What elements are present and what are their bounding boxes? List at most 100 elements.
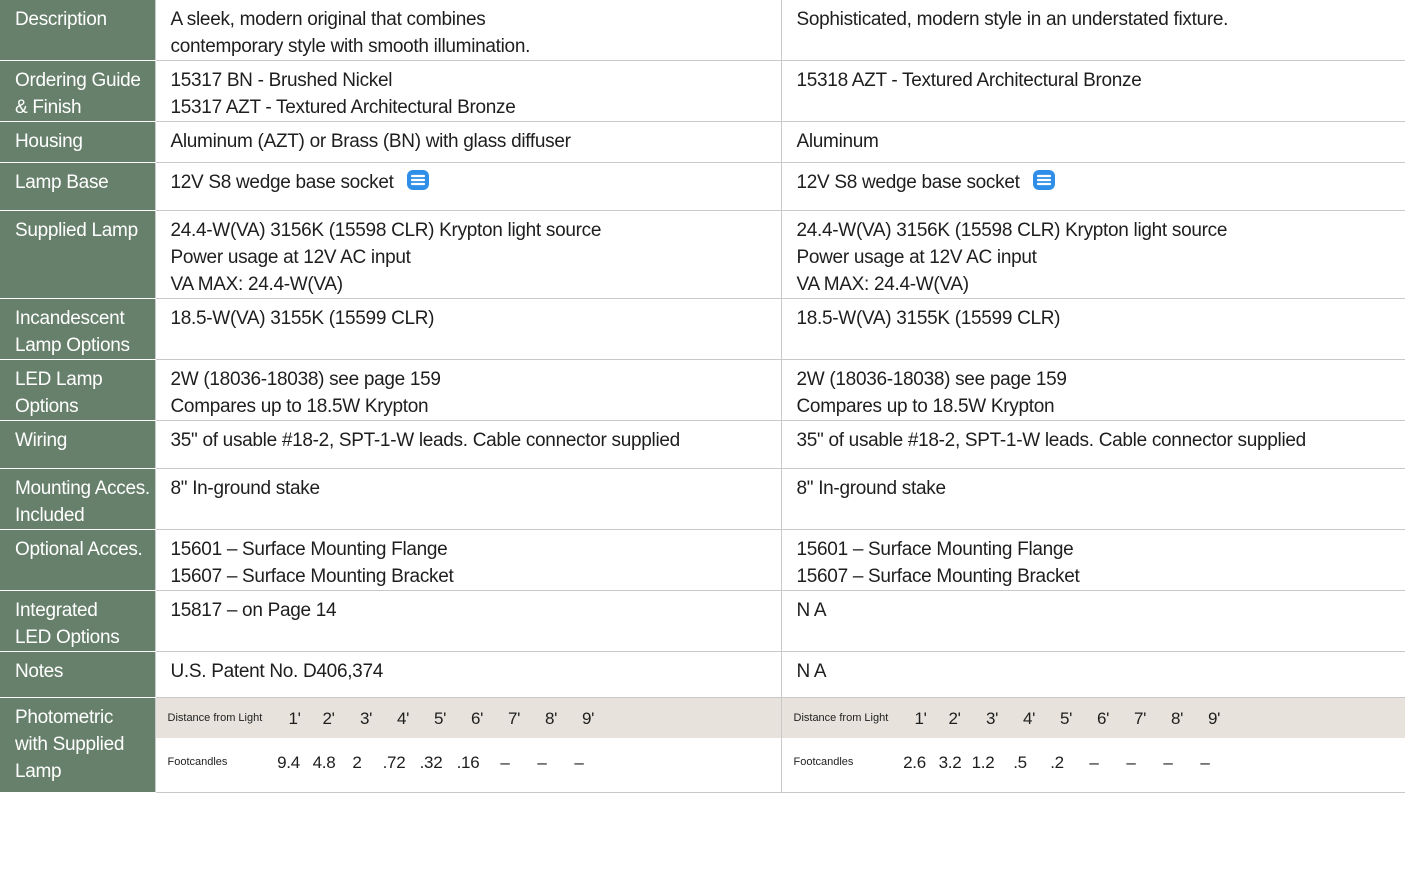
- col1-cell: 2W (18036-18038) see page 159 Compares up…: [154, 359, 781, 421]
- row-label: Description: [0, 0, 155, 61]
- footcandle-value: .2: [1050, 752, 1064, 772]
- row-label: Ordering Guide & Finish: [0, 60, 155, 122]
- col2-cell: 2W (18036-18038) see page 159 Compares up…: [780, 359, 1405, 421]
- col1-cell: 24.4-W(VA) 3156K (15598 CLR) Krypton lig…: [154, 210, 781, 299]
- row-label-line: Lamp Options: [15, 335, 130, 356]
- row-label-line: Ordering Guide: [15, 70, 141, 91]
- col2-cell: 15318 AZT - Textured Architectural Bronz…: [780, 60, 1405, 122]
- spec-table: Description A sleek, modern original that…: [0, 0, 1405, 793]
- row-label-line: Notes: [15, 661, 64, 682]
- cell-line: 12V S8 wedge base socket: [170, 172, 394, 193]
- distance-value: 9': [581, 708, 595, 728]
- distance-value: 7': [1133, 708, 1147, 728]
- cell-line: 8" In-ground stake: [170, 478, 321, 499]
- row-label: Optional Acces.: [0, 529, 155, 591]
- distance-value: 7': [507, 708, 521, 728]
- spec-row: Notes U.S. Patent No. D406,374 N A: [0, 651, 1405, 698]
- row-label-line: Incandescent: [15, 308, 125, 329]
- cell-line: N A: [796, 600, 827, 621]
- footcandle-value: –: [1163, 752, 1173, 772]
- footcandle-value: 2: [352, 752, 362, 772]
- row-label-line: Lamp: [15, 761, 62, 782]
- row-label-line: Integrated: [15, 600, 98, 621]
- distance-value: 1': [914, 708, 927, 728]
- row-label: Incandescent Lamp Options: [0, 298, 155, 360]
- cell-line: 18.5-W(VA) 3155K (15599 CLR): [796, 308, 1061, 329]
- row-label-line: Description: [15, 9, 107, 30]
- row-label-line: Photometric: [15, 707, 114, 728]
- footcandle-value: 3.2: [938, 752, 962, 772]
- col1-cell: A sleek, modern original that combines co…: [154, 0, 781, 61]
- cell-line: 35" of usable #18-2, SPT-1-W leads. Cabl…: [796, 430, 1307, 451]
- spec-row: Integrated LED Options 15817 – on Page 14 N…: [0, 590, 1405, 652]
- distance-value: 8': [1170, 708, 1184, 728]
- spec-row: LED Lamp Options 2W (18036-18038) see page…: [0, 359, 1405, 421]
- footcandle-value: .5: [1013, 752, 1027, 772]
- distance-value: 9': [1207, 708, 1221, 728]
- spec-sheet: Description A sleek, modern original that…: [0, 0, 1405, 887]
- col2-cell: 8" In-ground stake: [780, 468, 1405, 530]
- cell-line: 18.5-W(VA) 3155K (15599 CLR): [170, 308, 435, 329]
- footcandles-row: Footcandles 2.6 3.2 1.2 .5 .2 – – – –: [782, 738, 1405, 786]
- col2-cell: N A: [780, 590, 1405, 652]
- footcandle-value: 4.8: [312, 752, 336, 772]
- distance-value: 5': [433, 708, 447, 728]
- footcandle-value: –: [1089, 752, 1099, 772]
- spec-row: Mounting Acces. Included 8" In-ground stak…: [0, 468, 1405, 530]
- footcandles-label: Footcandles: [167, 755, 228, 768]
- cell-line: U.S. Patent No. D406,374: [170, 661, 384, 682]
- cell-line: Power usage at 12V AC input: [170, 247, 411, 268]
- cell-line: 15607 – Surface Mounting Bracket: [796, 566, 1080, 587]
- col2-cell: 15601 – Surface Mounting Flange 15607 – S…: [780, 529, 1405, 591]
- cell-line: 24.4-W(VA) 3156K (15598 CLR) Krypton lig…: [170, 220, 602, 241]
- distance-value: 2': [948, 708, 961, 728]
- cell-line: 15318 AZT - Textured Architectural Bronz…: [796, 70, 1142, 91]
- distance-value: 6': [470, 708, 484, 728]
- footcandles-row: Footcandles 9.4 4.8 2.72.32.16– – –: [156, 738, 781, 786]
- spec-row: Ordering Guide & Finish 15317 BN - Brushed…: [0, 60, 1405, 122]
- row-label-line: Optional Acces.: [15, 539, 143, 560]
- col1-cell: U.S. Patent No. D406,374: [154, 651, 781, 698]
- cell-line: A sleek, modern original that combines: [170, 9, 486, 30]
- footcandle-value: 9.4: [277, 752, 300, 772]
- cell-line: 15601 – Surface Mounting Flange: [170, 539, 448, 560]
- footcandle-value: .16: [456, 752, 480, 772]
- cell-line: 15317 BN - Brushed Nickel: [170, 70, 393, 91]
- row-label: Notes: [0, 651, 155, 698]
- cell-line: 15601 – Surface Mounting Flange: [796, 539, 1074, 560]
- distance-value: 3': [985, 708, 999, 728]
- cell-line: Compares up to 18.5W Krypton: [796, 396, 1055, 417]
- col2-cell: 18.5-W(VA) 3155K (15599 CLR): [780, 298, 1405, 360]
- cell-line: Power usage at 12V AC input: [796, 247, 1037, 268]
- cell-line: VA MAX: 24.4-W(VA): [170, 274, 344, 295]
- col2-cell: 24.4-W(VA) 3156K (15598 CLR) Krypton lig…: [780, 210, 1405, 299]
- row-label: Integrated LED Options: [0, 590, 155, 652]
- spec-row: Housing Aluminum (AZT) or Brass (BN) with…: [0, 121, 1405, 163]
- col2-cell: Aluminum: [780, 121, 1405, 163]
- spec-row: Optional Acces. 15601 – Surface Mounting …: [0, 529, 1405, 591]
- cell-line: Aluminum (AZT) or Brass (BN) with glass …: [170, 131, 571, 152]
- row-label-line: LED Options: [15, 627, 120, 648]
- distance-row: Distance from Light 1' 2' 3' 4' 5' 6' 7' 8' 9': [781, 698, 1405, 738]
- footcandle-value: .72: [382, 752, 406, 772]
- col2-cell: N A: [780, 651, 1405, 698]
- cell-line: 8" In-ground stake: [796, 478, 947, 499]
- distance-value: 8': [544, 708, 558, 728]
- distance-value: 5': [1059, 708, 1073, 728]
- row-label: Mounting Acces. Included: [0, 468, 155, 530]
- row-label-line: LED Lamp: [15, 369, 103, 390]
- row-label: Lamp Base: [0, 162, 155, 211]
- cell-line: 2W (18036-18038) see page 159: [170, 369, 441, 390]
- row-label-line: Included: [15, 505, 85, 526]
- cell-line: 24.4-W(VA) 3156K (15598 CLR) Krypton lig…: [796, 220, 1228, 241]
- cell-line: Sophisticated, modern style in an unders…: [796, 9, 1229, 30]
- cell-line: 12V S8 wedge base socket: [796, 172, 1020, 193]
- wedge-base-icon: [406, 169, 430, 191]
- col1-cell: 8" In-ground stake: [154, 468, 781, 530]
- cell-line: contemporary style with smooth illuminat…: [170, 36, 531, 57]
- spec-row: Wiring 35" of usable #18-2, SPT-1-W leads…: [0, 420, 1405, 469]
- distance-label: Distance from Light: [793, 711, 889, 724]
- distance-value: 3': [359, 708, 373, 728]
- row-label-line: Wiring: [15, 430, 68, 451]
- cell-line: 15607 – Surface Mounting Bracket: [170, 566, 454, 587]
